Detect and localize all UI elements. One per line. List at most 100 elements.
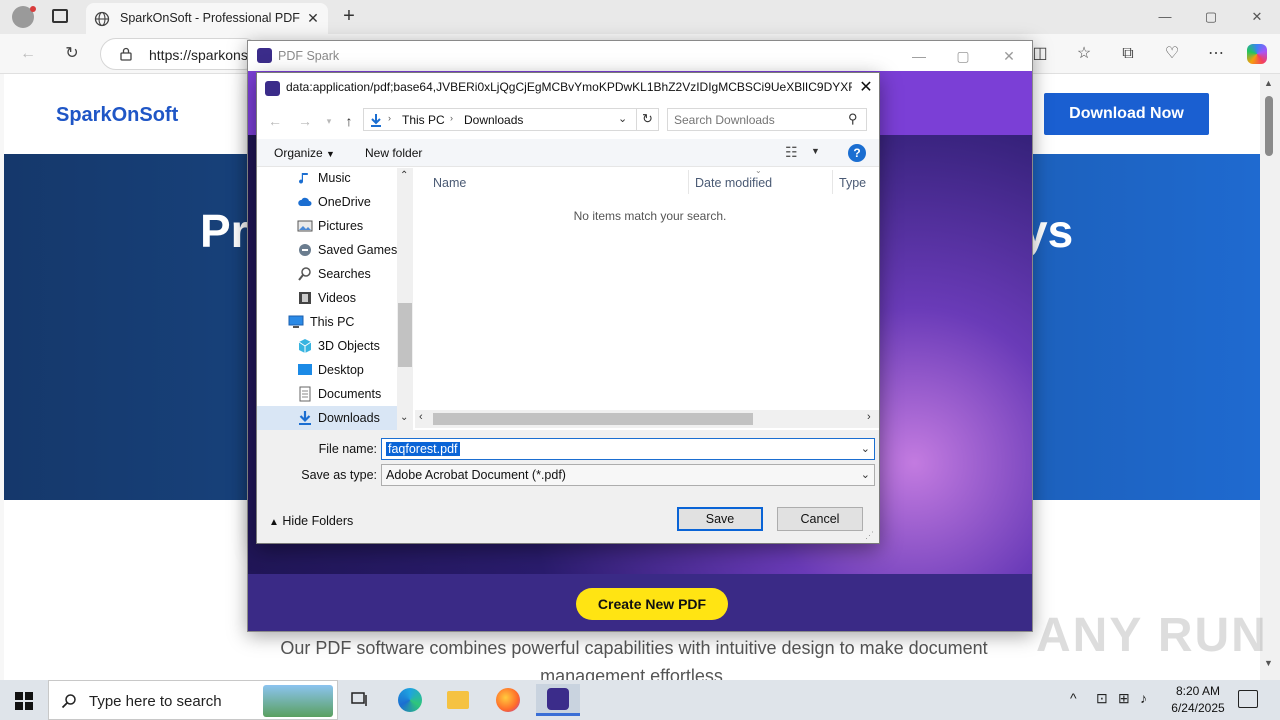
search-icon[interactable]: ⚲	[848, 111, 858, 127]
tray-overflow-icon[interactable]: ^	[1070, 690, 1077, 706]
clock-time[interactable]: 8:20 AM	[1162, 684, 1234, 698]
nav-scroll-thumb[interactable]	[398, 303, 412, 367]
save-as-type-label: Save as type:	[301, 468, 377, 482]
favorites-star-icon[interactable]: ☆	[1072, 42, 1096, 66]
tab-actions-icon[interactable]	[52, 9, 68, 23]
hide-folders-button[interactable]: ▲ Hide Folders	[269, 514, 353, 528]
back-arrow-icon[interactable]: ←	[16, 42, 40, 66]
breadcrumb-downloads[interactable]: Downloads	[464, 113, 523, 127]
breadcrumb-dropdown-icon[interactable]: ⌄	[618, 112, 627, 125]
column-separator[interactable]	[688, 170, 689, 194]
hscroll-right-icon[interactable]: ›	[867, 411, 871, 423]
nav-scroll-down-icon[interactable]: ⌄	[400, 412, 408, 423]
browser-essentials-icon[interactable]: ♡	[1160, 42, 1184, 66]
nav-item-documents[interactable]: Documents	[257, 382, 397, 406]
scroll-up-icon[interactable]: ▲	[1264, 78, 1273, 88]
network-icon[interactable]: ⊞	[1118, 690, 1130, 707]
nav-item-downloads[interactable]: Downloads	[257, 406, 397, 430]
edge-icon	[398, 688, 422, 712]
dialog-command-bar: Organize ▼ New folder ☷ ▼ ?	[257, 139, 879, 167]
save-type-dropdown-icon[interactable]: ⌄	[861, 468, 870, 481]
view-dropdown-icon[interactable]: ▼	[811, 146, 820, 156]
navigation-pane: Music OneDrive Pictures Saved Games Sear…	[257, 168, 413, 430]
browser-maximize-button[interactable]: ▢	[1196, 6, 1226, 28]
searches-icon	[298, 267, 311, 281]
save-as-dialog: data:application/pdf;base64,JVBERi0xLjQg…	[256, 72, 880, 544]
app-close-button[interactable]: ✕	[994, 45, 1024, 67]
hide-folders-label: Hide Folders	[282, 514, 354, 528]
nav-item-3d-objects[interactable]: 3D Objects	[257, 334, 397, 358]
lock-icon[interactable]	[119, 47, 133, 61]
tray-device-icon[interactable]: ⊡	[1096, 690, 1108, 707]
create-new-pdf-button[interactable]: Create New PDF	[576, 588, 728, 620]
nav-forward-icon[interactable]: →	[295, 111, 315, 131]
hscroll-thumb[interactable]	[433, 413, 753, 425]
app-minimize-button[interactable]: —	[904, 45, 934, 67]
task-view-button[interactable]	[340, 684, 380, 716]
tab-close-icon[interactable]: ✕	[304, 9, 322, 27]
search-highlight-image-icon[interactable]	[263, 685, 333, 717]
copilot-icon[interactable]	[1247, 44, 1267, 64]
nav-item-saved-games[interactable]: Saved Games	[257, 238, 397, 262]
path-breadcrumb[interactable]: › This PC › Downloads ⌄ ↻	[363, 108, 659, 131]
download-now-button[interactable]: Download Now	[1044, 93, 1209, 135]
volume-icon[interactable]: ♪	[1140, 690, 1147, 706]
taskbar-search-box[interactable]: Type here to search	[48, 680, 338, 720]
organize-button[interactable]: Organize ▼	[274, 146, 335, 160]
address-bar[interactable]: https://sparkons	[100, 38, 260, 70]
nav-item-music[interactable]: Music	[257, 166, 397, 190]
browser-close-button[interactable]: ✕	[1242, 6, 1272, 28]
search-downloads-box[interactable]: ⚲	[667, 108, 867, 131]
breadcrumb-this-pc[interactable]: This PC	[402, 113, 445, 127]
notifications-icon[interactable]	[1238, 690, 1258, 708]
onedrive-icon	[298, 197, 312, 206]
nav-pane-scrollbar[interactable]: ⌃ ⌄	[397, 168, 413, 430]
browser-tab-active[interactable]: SparkOnSoft - Professional PDF S ✕	[86, 3, 328, 34]
taskbar-firefox-button[interactable]	[488, 684, 528, 716]
column-header-date-modified[interactable]: Date modified	[695, 176, 772, 190]
refresh-icon[interactable]: ↻	[60, 42, 84, 66]
nav-item-onedrive[interactable]: OneDrive	[257, 190, 397, 214]
taskbar-pdf-spark-button[interactable]	[536, 684, 580, 716]
column-header-name[interactable]: Name	[433, 176, 466, 190]
save-as-type-select[interactable]: Adobe Acrobat Document (*.pdf) ⌄	[381, 464, 875, 486]
nav-item-searches[interactable]: Searches	[257, 262, 397, 286]
new-tab-button[interactable]: +	[338, 4, 360, 28]
cancel-button[interactable]: Cancel	[777, 507, 863, 531]
nav-back-icon[interactable]: ←	[265, 111, 285, 131]
more-options-icon[interactable]: ⋯	[1204, 42, 1228, 66]
nav-item-desktop[interactable]: Desktop	[257, 358, 397, 382]
nav-item-this-pc[interactable]: This PC	[257, 310, 397, 334]
help-icon[interactable]: ?	[848, 144, 866, 162]
page-scroll-thumb[interactable]	[1265, 96, 1273, 156]
new-folder-button[interactable]: New folder	[365, 146, 422, 160]
refresh-folder-icon[interactable]: ↻	[636, 108, 658, 131]
nav-item-videos[interactable]: Videos	[257, 286, 397, 310]
start-button[interactable]	[0, 680, 48, 720]
view-options-icon[interactable]: ☷	[785, 144, 798, 161]
save-button[interactable]: Save	[677, 507, 763, 531]
dialog-close-button[interactable]: ✕	[855, 77, 877, 99]
documents-icon	[299, 386, 311, 402]
taskbar-edge-button[interactable]	[390, 684, 430, 716]
clock-date[interactable]: 6/24/2025	[1162, 701, 1234, 715]
column-separator[interactable]	[832, 170, 833, 194]
nav-scroll-up-icon[interactable]: ⌃	[400, 170, 408, 181]
browser-minimize-button[interactable]: —	[1150, 6, 1180, 28]
file-list-hscrollbar[interactable]: ‹ ›	[415, 410, 879, 428]
taskbar-file-explorer-button[interactable]	[438, 684, 478, 716]
collections-icon[interactable]: ⧉	[1116, 42, 1140, 66]
file-name-field[interactable]: faqforest.pdf ⌄	[381, 438, 875, 460]
resize-grip-icon[interactable]: ⋰	[865, 530, 874, 541]
page-scrollbar[interactable]: ▲ ▼	[1260, 74, 1280, 680]
column-header-type[interactable]: Type	[839, 176, 866, 190]
recent-locations-icon[interactable]: ▾	[319, 111, 339, 131]
file-name-dropdown-icon[interactable]: ⌄	[861, 442, 870, 455]
search-downloads-input[interactable]	[674, 112, 844, 128]
file-name-value[interactable]: faqforest.pdf	[386, 442, 460, 456]
nav-item-pictures[interactable]: Pictures	[257, 214, 397, 238]
app-maximize-button[interactable]: ▢	[948, 45, 978, 67]
nav-up-icon[interactable]: ↑	[339, 111, 359, 131]
hscroll-left-icon[interactable]: ‹	[419, 411, 423, 423]
site-logo[interactable]: SparkOnSoft	[56, 104, 178, 127]
